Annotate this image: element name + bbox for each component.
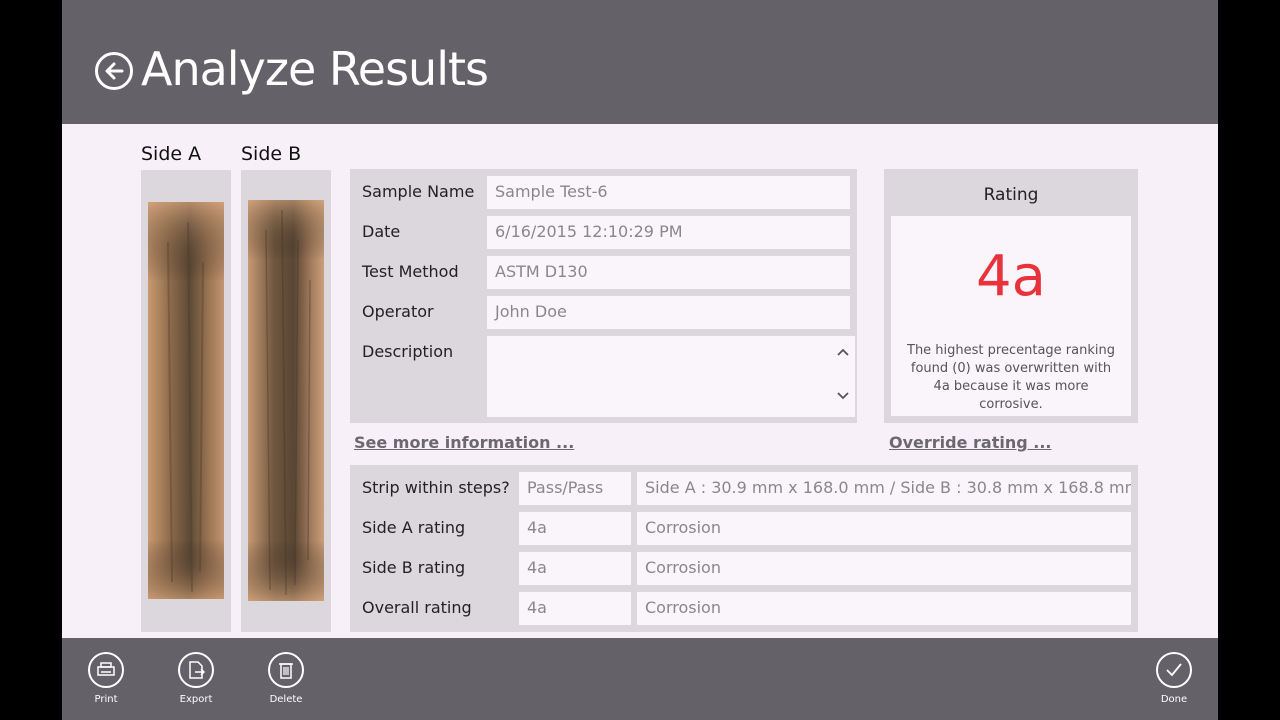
scroll-up-icon[interactable] — [837, 347, 849, 357]
side-b-strip-image[interactable] — [248, 200, 324, 601]
strip-within-steps-value: Pass/Pass — [519, 472, 631, 505]
rating-note: The highest precentage ranking found (0)… — [907, 343, 1115, 412]
sample-name-field[interactable]: Sample Test-6 — [487, 176, 850, 209]
side-a-panel — [141, 170, 231, 632]
rating-value: 4a — [976, 244, 1046, 309]
rating-display: 4a The highest precentage ranking found … — [891, 216, 1131, 416]
export-button[interactable]: Export — [166, 652, 226, 705]
side-b-rating-desc: Corrosion — [637, 552, 1131, 585]
results-panel: Strip within steps? Pass/Pass Side A : 3… — [350, 465, 1138, 632]
app-window: Analyze Results Side A Side B Sample Nam… — [62, 0, 1218, 720]
rating-title: Rating — [983, 185, 1039, 205]
rating-panel: Rating 4a The highest precentage ranking… — [884, 169, 1138, 423]
sample-info-panel: Sample Name Sample Test-6 Date 6/16/2015… — [350, 169, 857, 423]
overall-rating-value: 4a — [519, 592, 631, 625]
side-b-rating-value: 4a — [519, 552, 631, 585]
side-b-rating-label: Side B rating — [362, 558, 466, 577]
trash-icon — [268, 652, 304, 688]
done-button[interactable]: Done — [1144, 652, 1204, 705]
side-b-panel — [241, 170, 331, 632]
app-bar: Print Export Delete Done — [62, 638, 1218, 720]
back-button[interactable] — [95, 52, 133, 90]
side-a-rating-label: Side A rating — [362, 518, 466, 537]
override-rating-link[interactable]: Override rating ... — [889, 433, 1052, 452]
overall-rating-desc: Corrosion — [637, 592, 1131, 625]
test-method-field[interactable]: ASTM D130 — [487, 256, 850, 289]
print-icon — [88, 652, 124, 688]
description-label: Description — [362, 342, 454, 361]
side-a-rating-desc: Corrosion — [637, 512, 1131, 545]
print-label: Print — [94, 694, 118, 705]
side-b-label: Side B — [241, 143, 302, 165]
back-arrow-icon — [105, 62, 124, 80]
delete-label: Delete — [269, 694, 303, 705]
date-field[interactable]: 6/16/2015 12:10:29 PM — [487, 216, 850, 249]
strip-within-steps-desc: Side A : 30.9 mm x 168.0 mm / Side B : 3… — [637, 472, 1131, 505]
done-label: Done — [1160, 694, 1188, 705]
test-method-label: Test Method — [362, 262, 459, 281]
export-icon — [178, 652, 214, 688]
date-label: Date — [362, 222, 401, 241]
side-a-label: Side A — [141, 143, 202, 165]
page-title: Analyze Results — [141, 42, 489, 96]
export-label: Export — [179, 694, 213, 705]
description-textarea[interactable] — [487, 336, 855, 417]
side-a-strip-image[interactable] — [148, 202, 224, 599]
header-bar: Analyze Results — [62, 0, 1218, 124]
checkmark-icon — [1156, 652, 1192, 688]
print-button[interactable]: Print — [76, 652, 136, 705]
operator-label: Operator — [362, 302, 434, 321]
see-more-information-link[interactable]: See more information ... — [354, 433, 574, 452]
strip-within-steps-label: Strip within steps? — [362, 478, 510, 497]
sample-name-label: Sample Name — [362, 182, 475, 201]
overall-rating-label: Overall rating — [362, 598, 472, 617]
delete-button[interactable]: Delete — [256, 652, 316, 705]
operator-field[interactable]: John Doe — [487, 296, 850, 329]
side-a-rating-value: 4a — [519, 512, 631, 545]
scroll-down-icon[interactable] — [837, 391, 849, 401]
